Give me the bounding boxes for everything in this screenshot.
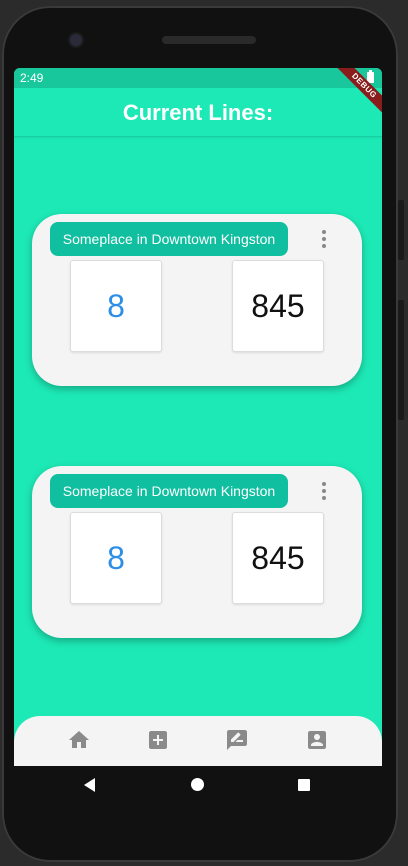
account-box-icon[interactable]: [305, 728, 329, 752]
volume-button: [398, 300, 404, 420]
front-camera: [70, 34, 82, 46]
add-box-icon[interactable]: [146, 728, 170, 752]
line-number-box: 845: [232, 260, 324, 352]
app-bar: Current Lines:: [14, 88, 382, 137]
location-chip[interactable]: Someplace in Downtown Kingston: [50, 222, 288, 256]
status-bar: 2:49 DEBUG: [14, 68, 382, 119]
location-chip[interactable]: Someplace in Downtown Kingston: [50, 474, 288, 508]
more-vert-icon[interactable]: [316, 228, 332, 250]
bottom-navigation: [14, 716, 382, 766]
home-icon[interactable]: [67, 728, 91, 752]
app-screen: 2:49 DEBUG Current Lines: Someplace in D…: [14, 68, 382, 766]
recent-apps-icon[interactable]: [298, 779, 310, 791]
page-title: Current Lines:: [122, 100, 274, 125]
line-card[interactable]: Someplace in Downtown Kingston 8 845: [32, 466, 362, 638]
home-circle-icon[interactable]: [191, 778, 204, 791]
line-count-box: 8: [70, 260, 162, 352]
line-count-box: 8: [70, 512, 162, 604]
system-navigation-bar: [14, 766, 382, 806]
status-time: 2:49: [20, 71, 44, 85]
power-button: [398, 200, 404, 260]
more-vert-icon[interactable]: [316, 480, 332, 502]
line-number-box: 845: [232, 512, 324, 604]
line-card[interactable]: Someplace in Downtown Kingston 8 845: [32, 214, 362, 386]
rate-review-icon[interactable]: [225, 728, 249, 752]
earpiece-speaker: [162, 36, 256, 44]
back-icon[interactable]: [84, 778, 95, 792]
